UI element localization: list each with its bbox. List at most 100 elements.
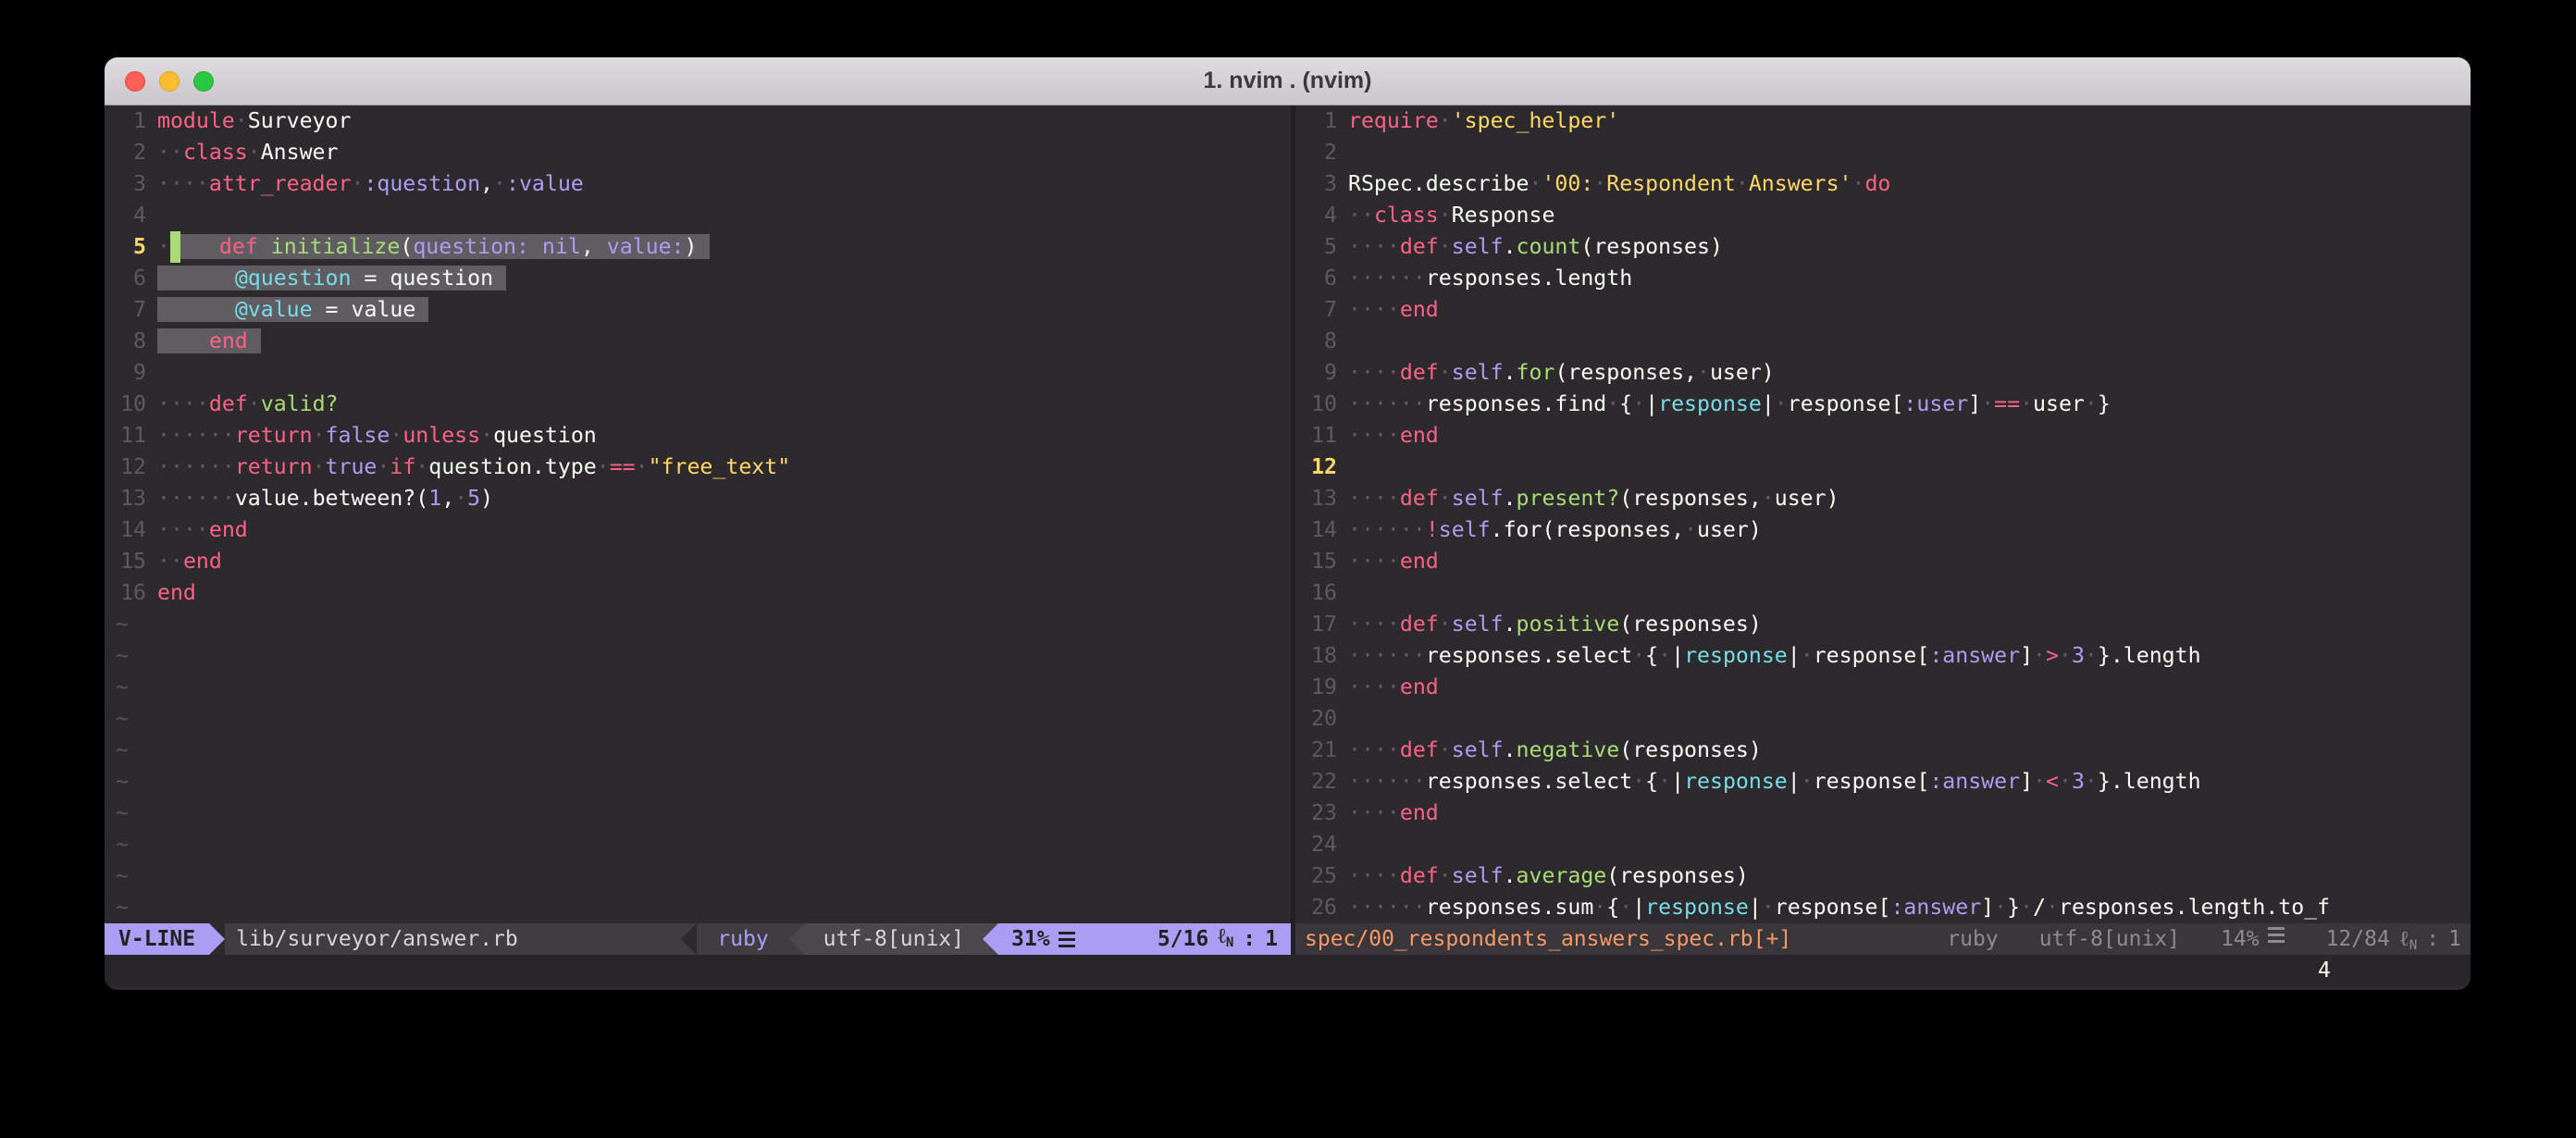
space-listchar: ·	[1374, 297, 1387, 322]
code-line[interactable]: 6······responses.length	[1295, 263, 2471, 294]
code-line[interactable]: 20	[1295, 703, 2471, 735]
code-line[interactable]: 2··class·Answer	[105, 137, 1291, 168]
code-line[interactable]: 6······@question·=·question	[105, 263, 1291, 294]
code-line[interactable]: 16end	[105, 577, 1291, 609]
code-line[interactable]: 12	[1295, 451, 2471, 483]
code-token: ····	[1348, 737, 1400, 762]
space-listchar: ·	[1801, 769, 1814, 794]
code-line[interactable]: 9	[105, 357, 1291, 389]
space-listchar: ·	[1387, 266, 1400, 291]
space-listchar: ·	[1361, 391, 1374, 416]
line-number: 2	[105, 137, 157, 168]
space-listchar: ·	[170, 517, 183, 542]
code-token: ·}.length	[2085, 769, 2201, 794]
space-listchar: ·	[1374, 486, 1387, 511]
code-line[interactable]: 14····end	[105, 514, 1291, 546]
code-line[interactable]: 1module·Surveyor	[105, 105, 1291, 137]
code-line[interactable]: 11····end	[1295, 420, 2471, 451]
space-listchar: ·	[529, 234, 542, 259]
code-line[interactable]: 4	[105, 200, 1291, 231]
buffer-spec-rb[interactable]: 1require·'spec_helper'23RSpec.describe·'…	[1295, 105, 2471, 923]
space-listchar: ·	[180, 234, 193, 259]
space-listchar: ·	[1348, 769, 1361, 794]
command-line[interactable]: 4	[105, 955, 2471, 986]
code-line[interactable]: 3····attr_reader·:question,·:value	[105, 168, 1291, 200]
space-listchar: ·	[222, 454, 235, 479]
code-line[interactable]: 24	[1295, 829, 2471, 860]
space-listchar: ·	[1413, 769, 1426, 794]
space-listchar: ·	[157, 454, 170, 479]
space-listchar: ·	[1374, 517, 1387, 542]
code-line[interactable]: 19····end	[1295, 672, 2471, 703]
code-line[interactable]: 15····end	[1295, 546, 2471, 577]
empty-line-tilde: ~	[105, 703, 1291, 735]
minimize-button[interactable]	[159, 71, 180, 92]
window-titlebar[interactable]: 1. nvim . (nvim)	[105, 57, 2471, 105]
space-listchar: ·	[157, 391, 170, 416]
code-token: ·=·question	[351, 266, 493, 291]
line-number: 16	[1295, 577, 1348, 609]
code-line[interactable]: 5····def·initialize(question:·nil,·value…	[105, 231, 1291, 263]
close-button[interactable]	[125, 71, 145, 92]
buffer-answer-rb[interactable]: 1module·Surveyor2··class·Answer3····attr…	[105, 105, 1291, 923]
code-line[interactable]: 8····end	[105, 326, 1291, 357]
editor-pane-left[interactable]: 1module·Surveyor2··class·Answer3····attr…	[105, 105, 1291, 955]
code-line[interactable]: 14······!self.for(responses,·user)	[1295, 514, 2471, 546]
code-token: ····	[157, 517, 209, 542]
space-listchar: ·	[235, 108, 248, 133]
code-line[interactable]: 9····def·self.for(responses,·user)	[1295, 357, 2471, 389]
line-number: 20	[1295, 703, 1348, 735]
code-token: ,·	[441, 486, 467, 511]
code-line[interactable]: 15··end	[105, 546, 1291, 577]
space-listchar: ·	[1348, 266, 1361, 291]
colon-separator: :	[2426, 923, 2439, 955]
code-line[interactable]: 1require·'spec_helper'	[1295, 105, 2471, 137]
lines-icon	[2268, 923, 2285, 955]
code-line[interactable]: 8	[1295, 326, 2471, 357]
code-token: ]·	[2020, 643, 2046, 668]
code-token: '00:·Respondent·Answers'	[1542, 171, 1852, 196]
cursor-position: 5/16	[1158, 923, 1208, 955]
powerline-arrow-icon	[789, 923, 805, 955]
code-token: ····	[1348, 486, 1400, 511]
code-token: ·	[1439, 612, 1452, 637]
visual-selection: ······@question·=·question	[157, 266, 506, 291]
code-line[interactable]: 13····def·self.present?(responses,·user)	[1295, 483, 2471, 514]
code-line[interactable]: 7····end	[1295, 294, 2471, 326]
zoom-button[interactable]	[193, 71, 214, 92]
space-listchar: ·	[248, 140, 261, 165]
code-line[interactable]: 13······value.between?(1,·5)	[105, 483, 1291, 514]
space-listchar: ·	[1348, 297, 1361, 322]
code-line[interactable]: 21····def·self.negative(responses)	[1295, 735, 2471, 766]
space-listchar: ·	[170, 423, 183, 448]
code-line[interactable]: 18······responses.select·{·|response|·re…	[1295, 640, 2471, 672]
editor-pane-right[interactable]: 1require·'spec_helper'23RSpec.describe·'…	[1295, 105, 2471, 955]
code-line[interactable]: 22······responses.select·{·|response|·re…	[1295, 766, 2471, 798]
code-line[interactable]: 25····def·self.average(responses)	[1295, 860, 2471, 892]
code-line[interactable]: 5····def·self.count(responses)	[1295, 231, 2471, 263]
code-line[interactable]: 16	[1295, 577, 2471, 609]
space-listchar: ·	[2085, 769, 2098, 794]
space-listchar: ·	[1387, 234, 1400, 259]
code-line[interactable]: 4··class·Response	[1295, 200, 2471, 231]
code-line[interactable]: 3RSpec.describe·'00:·Respondent·Answers'…	[1295, 168, 2471, 200]
line-number: 5	[1295, 231, 1348, 263]
code-line[interactable]: 7······@value·=·value	[105, 294, 1291, 326]
space-listchar: ·	[248, 391, 261, 416]
space-listchar: ·	[170, 171, 183, 196]
space-listchar: ·	[196, 486, 209, 511]
code-line[interactable]: 10······responses.find·{·|response|·resp…	[1295, 389, 2471, 420]
space-listchar: ·	[1361, 549, 1374, 574]
space-listchar: ·	[636, 454, 649, 479]
code-line[interactable]: 2	[1295, 137, 2471, 168]
code-line[interactable]: 12······return·true·if·question.type·==·…	[105, 451, 1291, 483]
code-line[interactable]: 26······responses.sum·{·|response|·respo…	[1295, 892, 2471, 923]
space-listchar: ·	[1374, 674, 1387, 699]
space-listchar: ·	[1374, 769, 1387, 794]
code-line[interactable]: 10····def·valid?	[105, 389, 1291, 420]
code-token: ··	[1348, 203, 1374, 228]
code-line[interactable]: 17····def·self.positive(responses)	[1295, 609, 2471, 640]
code-line[interactable]: 23····end	[1295, 798, 2471, 829]
space-listchar: ·	[196, 517, 209, 542]
code-line[interactable]: 11······return·false·unless·question	[105, 420, 1291, 451]
